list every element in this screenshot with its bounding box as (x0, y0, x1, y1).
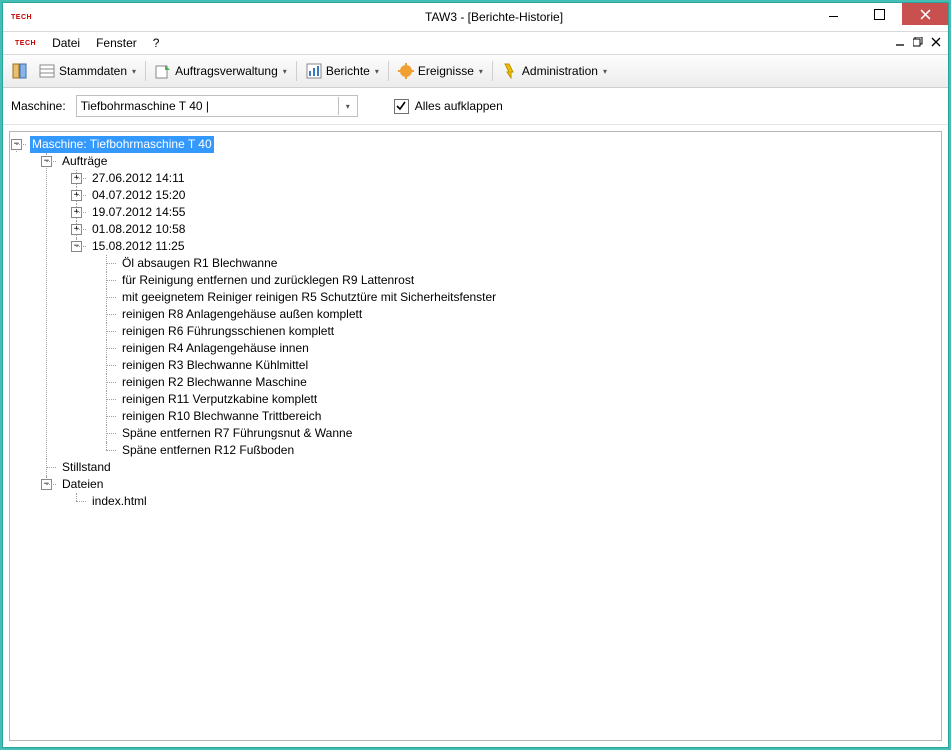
tree-root[interactable]: Maschine: Tiefbohrmaschine T 40 (30, 136, 214, 153)
filter-row: Maschine: ▾ Alles aufklappen (3, 88, 948, 125)
maximize-button[interactable] (856, 3, 902, 25)
tree-task[interactable]: Öl absaugen R1 Blechwanne (120, 255, 279, 272)
menu-fenster[interactable]: Fenster (88, 33, 145, 53)
tree-auftraege[interactable]: Aufträge (60, 153, 109, 170)
tree-toggle[interactable]: − (71, 241, 82, 252)
tree-task[interactable]: Späne entfernen R12 Fußboden (120, 442, 296, 459)
app-logo: TECH (3, 14, 40, 21)
tree-task[interactable]: für Reinigung entfernen und zurücklegen … (120, 272, 416, 289)
toolbar-auftragsverwaltung[interactable]: Auftragsverwaltung▾ (150, 60, 292, 82)
tree-task[interactable]: reinigen R3 Blechwanne Kühlmittel (120, 357, 310, 374)
toolbar-berichte-label: Berichte (326, 64, 370, 78)
menu-datei[interactable]: Datei (44, 33, 88, 53)
tree-date[interactable]: 19.07.2012 14:55 (90, 204, 187, 221)
minimize-button[interactable] (810, 3, 856, 25)
tree-date[interactable]: 04.07.2012 15:20 (90, 187, 187, 204)
toolbar: Stammdaten▾ Auftragsverwaltung▾ Berichte… (3, 55, 948, 88)
tree-toggle[interactable]: − (11, 139, 22, 150)
toolbar-stammdaten-label: Stammdaten (59, 64, 127, 78)
tree-toggle[interactable]: + (71, 190, 82, 201)
tree-task[interactable]: reinigen R8 Anlagengehäuse außen komplet… (120, 306, 364, 323)
expand-all-label: Alles aufklappen (415, 99, 503, 113)
tree-task[interactable]: Späne entfernen R7 Führungsnut & Wanne (120, 425, 354, 442)
tree-task[interactable]: mit geeignetem Reiniger reinigen R5 Schu… (120, 289, 498, 306)
machine-combo[interactable]: ▾ (76, 95, 358, 117)
title-bar[interactable]: TECH TAW3 - [Berichte-Historie] (3, 3, 948, 32)
tree-date[interactable]: 01.08.2012 10:58 (90, 221, 187, 238)
tree-task[interactable]: reinigen R11 Verputzkabine komplett (120, 391, 319, 408)
tree-date[interactable]: 27.06.2012 14:11 (90, 170, 187, 187)
toolbar-ereignisse-label: Ereignisse (418, 64, 474, 78)
mdi-minimize-button[interactable] (892, 34, 908, 50)
tree-stillstand[interactable]: Stillstand (60, 459, 113, 476)
menu-bar: TECH Datei Fenster ? (3, 32, 948, 55)
toolbar-berichte[interactable]: Berichte▾ (301, 60, 384, 82)
menu-help[interactable]: ? (145, 33, 168, 53)
machine-dropdown-button[interactable]: ▾ (338, 97, 357, 115)
tree-view[interactable]: − Maschine: Tiefbohrmaschine T 40 − Auft… (9, 131, 942, 741)
mdi-restore-button[interactable] (910, 34, 926, 50)
tree-toggle[interactable]: + (71, 224, 82, 235)
app-logo-small: TECH (7, 40, 44, 47)
toolbar-stammdaten-icon1[interactable] (7, 60, 33, 82)
toolbar-administration-label: Administration (522, 64, 598, 78)
tree-toggle[interactable]: − (41, 156, 52, 167)
expand-all-checkbox[interactable]: Alles aufklappen (394, 99, 503, 114)
tree-toggle[interactable]: − (41, 479, 52, 490)
tree-task[interactable]: reinigen R2 Blechwanne Maschine (120, 374, 309, 391)
tree-dateien[interactable]: Dateien (60, 476, 105, 493)
app-window: TECH TAW3 - [Berichte-Historie] TECH Dat… (3, 3, 948, 747)
toolbar-ereignisse[interactable]: Ereignisse▾ (393, 60, 488, 82)
close-button[interactable] (902, 3, 948, 25)
mdi-close-button[interactable] (928, 34, 944, 50)
machine-label: Maschine: (11, 99, 66, 113)
machine-input[interactable] (77, 97, 338, 115)
tree-toggle[interactable]: + (71, 173, 82, 184)
tree-task[interactable]: reinigen R10 Blechwanne Trittbereich (120, 408, 323, 425)
toolbar-stammdaten[interactable]: Stammdaten▾ (34, 60, 141, 82)
toolbar-administration[interactable]: Administration▾ (497, 60, 612, 82)
tree-task[interactable]: reinigen R4 Anlagengehäuse innen (120, 340, 311, 357)
tree-date[interactable]: 15.08.2012 11:25 (90, 238, 187, 255)
toolbar-auftragsverwaltung-label: Auftragsverwaltung (175, 64, 278, 78)
tree-task[interactable]: reinigen R6 Führungsschienen komplett (120, 323, 336, 340)
tree-file[interactable]: index.html (90, 493, 149, 510)
tree-toggle[interactable]: + (71, 207, 82, 218)
